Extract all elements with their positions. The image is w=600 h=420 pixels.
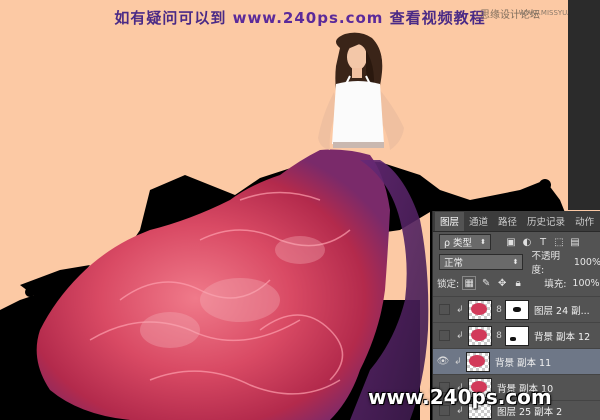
blend-mode-label: 正常 <box>444 258 464 269</box>
layer-thumbnail <box>468 299 492 320</box>
eye-icon[interactable]: 👁︎ <box>436 355 450 369</box>
tab-layers[interactable]: 图层 <box>435 212 465 231</box>
banner-suffix: 查看视频教程 <box>389 9 486 27</box>
smoke-dress <box>36 149 429 420</box>
tab-paths[interactable]: 路径 <box>493 212 522 231</box>
layer-thumbnail <box>468 325 492 346</box>
chain-link-icon[interactable]: 8 <box>495 305 503 315</box>
banner-prefix: 如有疑问可以到 <box>114 9 227 27</box>
visibility-toggle[interactable] <box>439 304 450 315</box>
chevron-updown-icon: ⬍ <box>512 258 519 266</box>
opacity-value[interactable]: 100% <box>574 257 600 268</box>
lock-all-icon[interactable]: 🔒︎ <box>512 277 524 289</box>
watermark-bottom: www.240ps.com <box>368 385 552 409</box>
blend-mode-select[interactable]: 正常 ⬍ <box>439 254 524 270</box>
clip-arrow-icon: ↲ <box>454 356 462 367</box>
fill-value[interactable]: 100% <box>572 278 599 289</box>
filter-pixel-icon[interactable]: ▣ <box>505 236 517 248</box>
filter-kind-select[interactable]: ρ 类型 ⬍ <box>439 234 491 250</box>
layer-name[interactable]: 图层 24 副... <box>534 303 590 317</box>
lock-row: 锁定: ▦ ✎ ✥ 🔒︎ 填充: 100% <box>433 274 600 292</box>
lock-label: 锁定: <box>437 279 460 290</box>
chain-link-icon[interactable]: 8 <box>495 331 503 341</box>
fill-label: 填充: <box>544 279 567 290</box>
filter-kind-label: ρ 类型 <box>444 238 473 249</box>
workspace-strip <box>568 0 600 210</box>
lock-transparent-icon[interactable]: ▦ <box>462 276 477 290</box>
clip-arrow-icon: ↲ <box>456 330 464 341</box>
filter-type-icon[interactable]: T <box>537 236 549 248</box>
layer-name[interactable]: 背景 副本 11 <box>495 355 551 369</box>
filter-adjustment-icon[interactable]: ◐ <box>521 236 533 248</box>
lock-brush-icon[interactable]: ✎ <box>480 277 492 289</box>
chevron-updown-icon: ⬍ <box>480 238 486 246</box>
opacity-label: 不透明度: <box>531 251 560 276</box>
layer-row[interactable]: ↲ 8 图层 24 副... <box>433 296 600 322</box>
layer-row[interactable]: ↲ 8 背景 副本 12 <box>433 322 600 348</box>
layer-name[interactable]: 背景 副本 12 <box>534 329 590 343</box>
blend-row: 正常 ⬍ 不透明度: 100% <box>433 251 600 276</box>
filter-row: ρ 类型 ⬍ ▣ ◐ T ⬚ ▤ <box>433 233 600 251</box>
filter-smart-object-icon[interactable]: ▤ <box>569 236 581 248</box>
filter-shape-icon[interactable]: ⬚ <box>553 236 565 248</box>
panel-tabs: 图层 通道 路径 历史记录 动作 <box>433 211 600 232</box>
banner-site-link[interactable]: www.240ps.com <box>233 9 384 27</box>
lock-move-icon[interactable]: ✥ <box>496 277 508 289</box>
layer-mask-thumbnail[interactable] <box>505 325 529 346</box>
woman-figure <box>318 32 404 150</box>
clip-arrow-icon: ↲ <box>456 304 464 315</box>
tab-actions[interactable]: 动作 <box>570 212 599 231</box>
layer-row-selected[interactable]: 👁︎ ↲ 背景 副本 11 <box>433 348 600 374</box>
layer-thumbnail <box>466 351 490 372</box>
tab-channels[interactable]: 通道 <box>464 212 493 231</box>
layer-mask-thumbnail[interactable] <box>505 299 529 320</box>
visibility-toggle[interactable] <box>439 330 450 341</box>
tab-history[interactable]: 历史记录 <box>522 212 570 231</box>
